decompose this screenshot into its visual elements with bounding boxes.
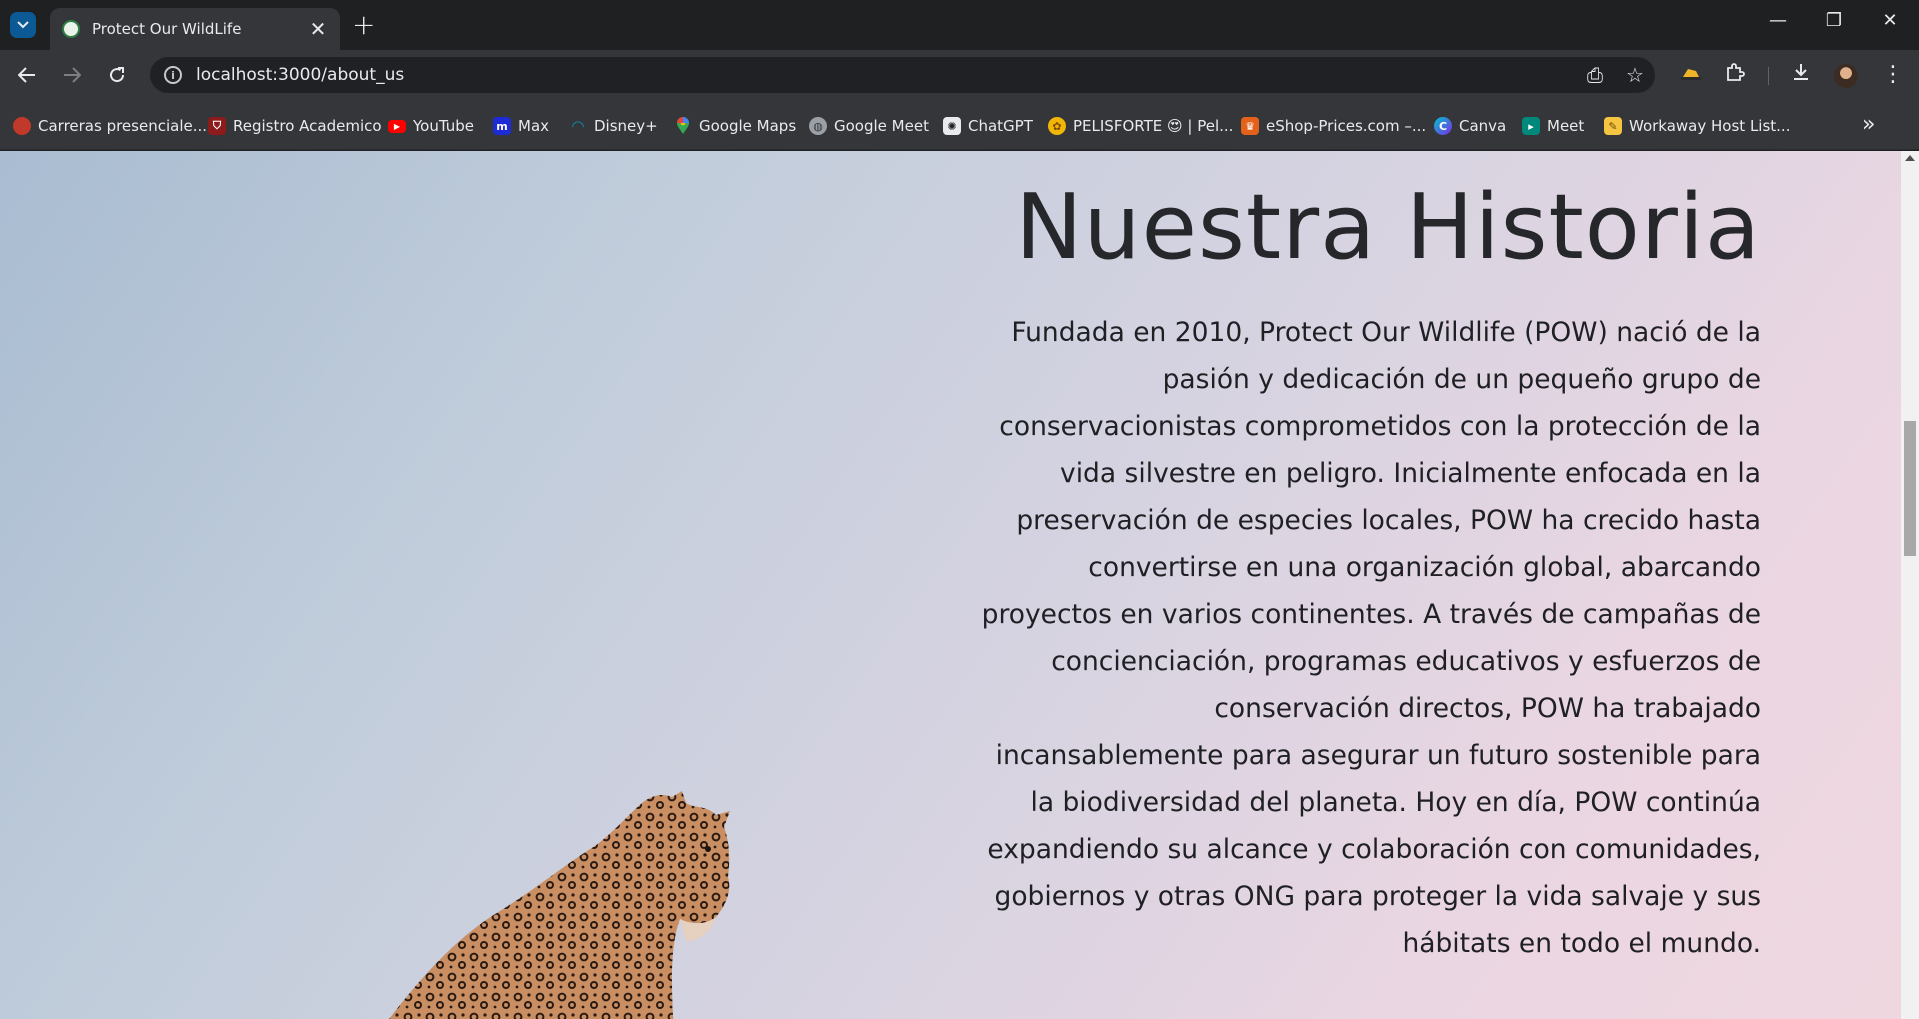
tab-title: Protect Our WildLife: [92, 20, 242, 38]
bookmark-item[interactable]: C Canva: [1434, 115, 1506, 137]
address-bar[interactable]: i localhost:3000/about_us ⎙ ☆: [150, 57, 1655, 93]
bookmark-label: YouTube: [413, 117, 474, 135]
bookmark-item[interactable]: m Max: [493, 115, 549, 137]
tab-active[interactable]: Protect Our WildLife ✕: [50, 8, 340, 50]
bookmark-label: Google Meet: [834, 117, 929, 135]
disney-icon: ◠: [572, 117, 584, 135]
address-url[interactable]: localhost:3000/about_us: [196, 65, 1575, 85]
bookmark-item[interactable]: ♛ eShop-Prices.com –...: [1241, 115, 1426, 137]
install-app-icon[interactable]: ⎙: [1575, 63, 1615, 87]
bookmark-item[interactable]: ✿ PELISFORTE 😍 | Pel...: [1048, 115, 1233, 137]
eshop-icon: ♛: [1241, 117, 1259, 135]
history-paragraph: Fundada en 2010, Protect Our Wildlife (P…: [981, 317, 1761, 959]
bookmark-item[interactable]: ✎ Workaway Host List...: [1604, 115, 1790, 137]
arrow-left-icon: [18, 67, 35, 83]
bookmark-label: Google Maps: [699, 117, 797, 135]
extension-hat-icon[interactable]: [1676, 62, 1706, 86]
bookmark-star-icon[interactable]: ☆: [1615, 63, 1655, 87]
bookmark-label: Disney+: [594, 117, 658, 135]
downloads-icon[interactable]: [1786, 62, 1816, 87]
extensions-puzzle-icon[interactable]: [1720, 62, 1750, 87]
bookmark-label: Max: [518, 117, 550, 135]
chatgpt-icon: ✺: [943, 117, 961, 135]
tab-close-icon[interactable]: ✕: [308, 19, 328, 39]
arrow-right-icon: [64, 67, 81, 83]
bookmark-label: ChatGPT: [968, 117, 1033, 135]
about-us-page: Nuestra Historia Fundada en 2010, Protec…: [0, 151, 1901, 1019]
bookmark-label: Workaway Host List...: [1629, 117, 1791, 135]
bookmark-item[interactable]: ⛉ Registro Academico: [208, 115, 382, 137]
wildlife-favicon-icon: [62, 20, 80, 38]
leopard-image: [389, 791, 730, 1019]
bookmark-item[interactable]: ◍ Google Meet: [809, 115, 929, 137]
circle-red-icon: [13, 117, 31, 135]
bookmark-item[interactable]: ◠ Disney+: [569, 115, 658, 137]
close-window-button[interactable]: ✕: [1870, 10, 1910, 31]
chevron-down-icon: [17, 21, 29, 29]
new-tab-button[interactable]: +: [352, 11, 375, 39]
canva-icon: C: [1434, 117, 1452, 135]
maps-pin-icon: [674, 117, 692, 135]
film-reel-icon: ✿: [1048, 117, 1066, 135]
restore-button[interactable]: ❐: [1814, 10, 1854, 31]
workaway-icon: ✎: [1604, 117, 1622, 135]
max-icon: m: [493, 117, 511, 135]
bookmark-label: Registro Academico: [233, 117, 382, 135]
bookmark-item[interactable]: Google Maps: [674, 115, 796, 137]
shield-red-icon: ⛉: [208, 117, 226, 135]
bookmark-item[interactable]: ✺ ChatGPT: [943, 115, 1033, 137]
bookmark-label: eShop-Prices.com –...: [1266, 117, 1427, 135]
bookmark-item[interactable]: Carreras presenciale...: [13, 115, 207, 137]
back-button[interactable]: [12, 60, 42, 90]
page-title: Nuestra Historia: [1015, 175, 1761, 280]
bookmarks-bar: Carreras presenciale... ⛉ Registro Acade…: [0, 100, 1919, 150]
bookmark-label: PELISFORTE 😍 | Pel...: [1073, 117, 1234, 135]
tab-strip: Protect Our WildLife ✕ + — ❐ ✕: [0, 0, 1919, 50]
bookmark-item[interactable]: ▸ Meet: [1522, 115, 1584, 137]
bookmark-label: Canva: [1459, 117, 1507, 135]
browser-toolbar: i localhost:3000/about_us ⎙ ☆ ⋮: [0, 50, 1919, 100]
toolbar-divider: [1768, 67, 1769, 85]
menu-kebab-icon[interactable]: ⋮: [1878, 62, 1908, 87]
youtube-icon: ▶: [388, 119, 406, 133]
page-scrollbar[interactable]: [1901, 151, 1919, 1019]
minimize-button[interactable]: —: [1758, 10, 1798, 31]
scroll-up-arrow-icon[interactable]: [1905, 155, 1915, 161]
tab-search-button[interactable]: [10, 12, 36, 38]
bookmark-label: Meet: [1547, 117, 1585, 135]
profile-avatar[interactable]: [1834, 64, 1858, 88]
bookmark-item[interactable]: ▶ YouTube: [388, 115, 474, 137]
more-bookmarks-icon[interactable]: »: [1862, 112, 1875, 137]
site-info-icon[interactable]: i: [164, 66, 182, 84]
bookmark-label: Carreras presenciale...: [38, 117, 208, 135]
reload-button[interactable]: [102, 60, 132, 90]
forward-button[interactable]: [57, 60, 87, 90]
globe-icon: ◍: [809, 117, 827, 135]
meet-icon: ▸: [1522, 117, 1540, 135]
reload-icon: [110, 67, 125, 83]
scrollbar-thumb[interactable]: [1904, 421, 1916, 556]
